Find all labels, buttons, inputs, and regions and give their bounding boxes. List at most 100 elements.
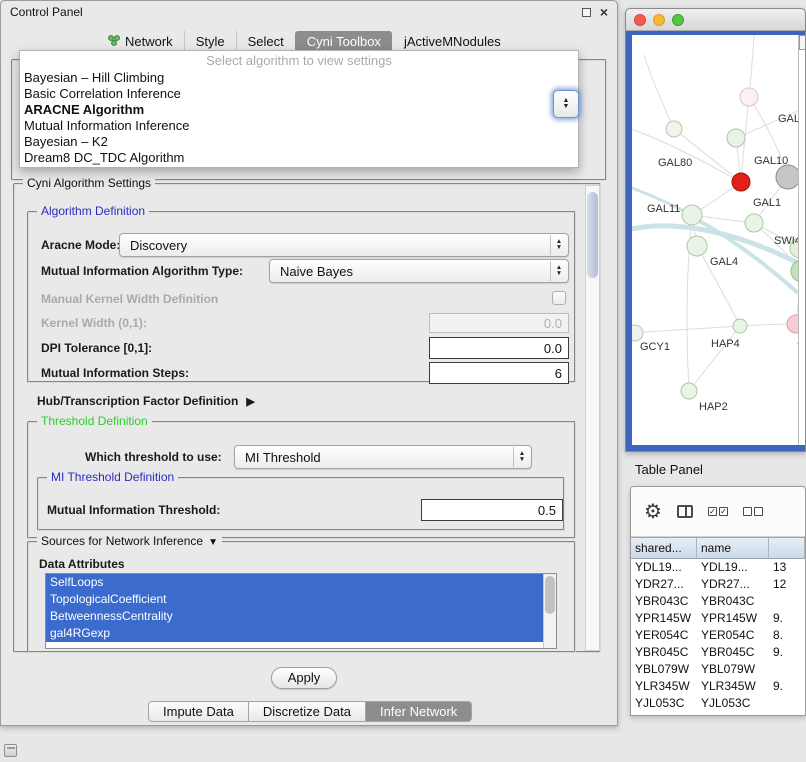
zoom-traffic-icon[interactable] bbox=[672, 14, 684, 26]
algorithm-option-mutual-information-inference[interactable]: Mutual Information Inference bbox=[20, 118, 578, 134]
column-header-shared-[interactable]: shared... bbox=[631, 538, 697, 558]
table-row[interactable]: YJL053CYJL053C bbox=[631, 695, 805, 712]
network-window-titlebar[interactable] bbox=[626, 9, 805, 31]
attribute-item-gal4rgexp[interactable]: gal4RGexp bbox=[46, 625, 544, 642]
column-chooser-divider bbox=[685, 507, 687, 516]
close-icon[interactable]: × bbox=[600, 6, 608, 18]
mi-type-label: Mutual Information Algorithm Type: bbox=[41, 259, 243, 283]
network-node[interactable] bbox=[632, 325, 643, 341]
network-canvas[interactable]: GAL8GAL80GAL10GAL11GAL1SWI4GAL4GCY1HAP4Y… bbox=[632, 35, 798, 445]
settings-scrollbar[interactable] bbox=[585, 185, 600, 651]
table-cell: YER054C bbox=[697, 627, 769, 644]
sources-title[interactable]: Sources for Network Inference▼ bbox=[37, 534, 222, 548]
float-window-icon[interactable] bbox=[582, 8, 591, 17]
table-row[interactable]: YBR043CYBR043C bbox=[631, 593, 805, 610]
bottom-tab-infer-network[interactable]: Infer Network bbox=[366, 701, 472, 722]
network-node[interactable] bbox=[687, 236, 707, 256]
mi-threshold-group-title: MI Threshold Definition bbox=[47, 470, 178, 484]
control-panel-titlebar[interactable]: Control Panel × bbox=[1, 1, 617, 23]
tab-network[interactable]: Network bbox=[96, 31, 184, 52]
gear-icon[interactable]: ⚙ bbox=[644, 502, 662, 522]
algorithm-option-aracne-algorithm[interactable]: ARACNE Algorithm bbox=[20, 102, 578, 118]
attribute-item-betweennesscentrality[interactable]: BetweennessCentrality bbox=[46, 608, 544, 625]
network-scrollbar[interactable] bbox=[798, 35, 806, 445]
aracne-mode-select[interactable]: Discovery ▲ ▼ bbox=[119, 233, 569, 257]
which-threshold-select[interactable]: MI Threshold ▲ ▼ bbox=[234, 445, 532, 469]
network-node[interactable] bbox=[682, 205, 702, 225]
hub-section-label: Hub/Transcription Factor Definition bbox=[37, 394, 238, 408]
column-header-2[interactable] bbox=[769, 538, 805, 558]
network-node-label: GAL10 bbox=[754, 155, 788, 167]
network-node[interactable] bbox=[733, 319, 747, 333]
attributes-scrollbar[interactable] bbox=[543, 574, 556, 648]
checked-box-icon: ✓ bbox=[719, 507, 728, 516]
column-header-name[interactable]: name bbox=[697, 538, 769, 558]
dpi-tolerance-field[interactable]: 0.0 bbox=[429, 337, 569, 359]
attribute-item-topologicalcoefficient[interactable]: TopologicalCoefficient bbox=[46, 591, 544, 608]
algorithm-option-basic-correlation-inference[interactable]: Basic Correlation Inference bbox=[20, 86, 578, 102]
network-node-label: GAL80 bbox=[658, 157, 692, 169]
table-cell: 8. bbox=[769, 627, 805, 644]
table-header-row: shared...name bbox=[631, 537, 805, 559]
control-panel-tabs: NetworkStyle Select Cyni Toolbox jActiveMNo… bbox=[96, 31, 512, 52]
network-node[interactable] bbox=[666, 121, 682, 137]
tab-style[interactable]: Style bbox=[184, 31, 236, 52]
network-node[interactable] bbox=[776, 165, 798, 189]
column-chooser-icon[interactable] bbox=[677, 505, 693, 518]
tab-label: Select bbox=[248, 34, 284, 49]
tab-jactivemnodules[interactable]: jActiveMNodules bbox=[392, 31, 512, 52]
mi-steps-field[interactable]: 6 bbox=[429, 362, 569, 384]
table-row[interactable]: YPR145WYPR145W9. bbox=[631, 610, 805, 627]
table-cell: YJL053C bbox=[631, 695, 697, 712]
table-cell: 9. bbox=[769, 644, 805, 661]
network-node-label: GAL8 bbox=[778, 113, 798, 125]
unchecked-box-icon bbox=[754, 507, 763, 516]
algorithm-option-bayesian-hill-climbing[interactable]: Bayesian – Hill Climbing bbox=[20, 70, 578, 86]
table-row[interactable]: YLR345WYLR345W9. bbox=[631, 678, 805, 695]
kernel-width-label: Kernel Width (0,1): bbox=[41, 313, 147, 333]
data-attributes-list: SelfLoopsTopologicalCoefficientBetweenne… bbox=[46, 574, 556, 642]
algorithm-option-bayesian-k2[interactable]: Bayesian – K2 bbox=[20, 134, 578, 150]
table-cell: 9. bbox=[769, 678, 805, 695]
manual-kernel-checkbox[interactable] bbox=[552, 291, 566, 305]
mi-type-select[interactable]: Naive Bayes ▲ ▼ bbox=[269, 259, 569, 283]
table-cell: 9. bbox=[769, 610, 805, 627]
deselect-all-icon[interactable] bbox=[743, 507, 763, 516]
tab-label: jActiveMNodules bbox=[404, 34, 501, 49]
table-row[interactable]: YER054CYER054C8. bbox=[631, 627, 805, 644]
tab-select[interactable]: Select bbox=[236, 31, 295, 52]
network-node[interactable] bbox=[681, 383, 697, 399]
network-node[interactable] bbox=[732, 173, 750, 191]
table-row[interactable]: YBL079WYBL079W bbox=[631, 661, 805, 678]
table-cell bbox=[769, 593, 805, 610]
attribute-item-selfloops[interactable]: SelfLoops bbox=[46, 574, 544, 591]
algorithm-option-dream8-dc-tdc-algorithm[interactable]: Dream8 DC_TDC Algorithm bbox=[20, 150, 578, 166]
select-all-icon[interactable]: ✓ ✓ bbox=[708, 507, 728, 516]
attributes-scrollbar-thumb[interactable] bbox=[545, 576, 555, 614]
table-cell: YBR045C bbox=[631, 644, 697, 661]
table-row[interactable]: YDR27...YDR27...12 bbox=[631, 576, 805, 593]
cyni-settings-title: Cyni Algorithm Settings bbox=[23, 176, 155, 190]
bottom-tab-impute-data[interactable]: Impute Data bbox=[148, 701, 249, 722]
network-node[interactable] bbox=[745, 214, 763, 232]
algorithm-combo-button[interactable]: ▲ ▼ bbox=[553, 90, 579, 118]
close-traffic-icon[interactable] bbox=[634, 14, 646, 26]
mi-threshold-field[interactable]: 0.5 bbox=[421, 499, 563, 521]
minimize-traffic-icon[interactable] bbox=[653, 14, 665, 26]
tab-cyni-toolbox[interactable]: Cyni Toolbox bbox=[295, 31, 392, 52]
bottom-tab-discretize-data[interactable]: Discretize Data bbox=[249, 701, 366, 722]
kernel-width-field[interactable]: 0.0 bbox=[429, 313, 569, 333]
settings-scrollbar-thumb[interactable] bbox=[587, 192, 598, 278]
network-scrollbar-button[interactable] bbox=[799, 35, 806, 50]
network-node[interactable] bbox=[791, 260, 798, 282]
hub-section-toggle[interactable]: Hub/Transcription Factor Definition▶ bbox=[37, 393, 255, 410]
network-node[interactable] bbox=[787, 315, 798, 333]
apply-button[interactable]: Apply bbox=[271, 667, 337, 689]
network-node[interactable] bbox=[727, 129, 745, 147]
table-row[interactable]: YBR045CYBR045C9. bbox=[631, 644, 805, 661]
minimized-panel-icon[interactable] bbox=[4, 744, 17, 757]
network-node[interactable] bbox=[740, 88, 758, 106]
table-cell: YDL19... bbox=[631, 559, 697, 576]
data-attributes-listbox[interactable]: SelfLoopsTopologicalCoefficientBetweenne… bbox=[45, 573, 557, 649]
table-row[interactable]: YDL19...YDL19...13 bbox=[631, 559, 805, 576]
